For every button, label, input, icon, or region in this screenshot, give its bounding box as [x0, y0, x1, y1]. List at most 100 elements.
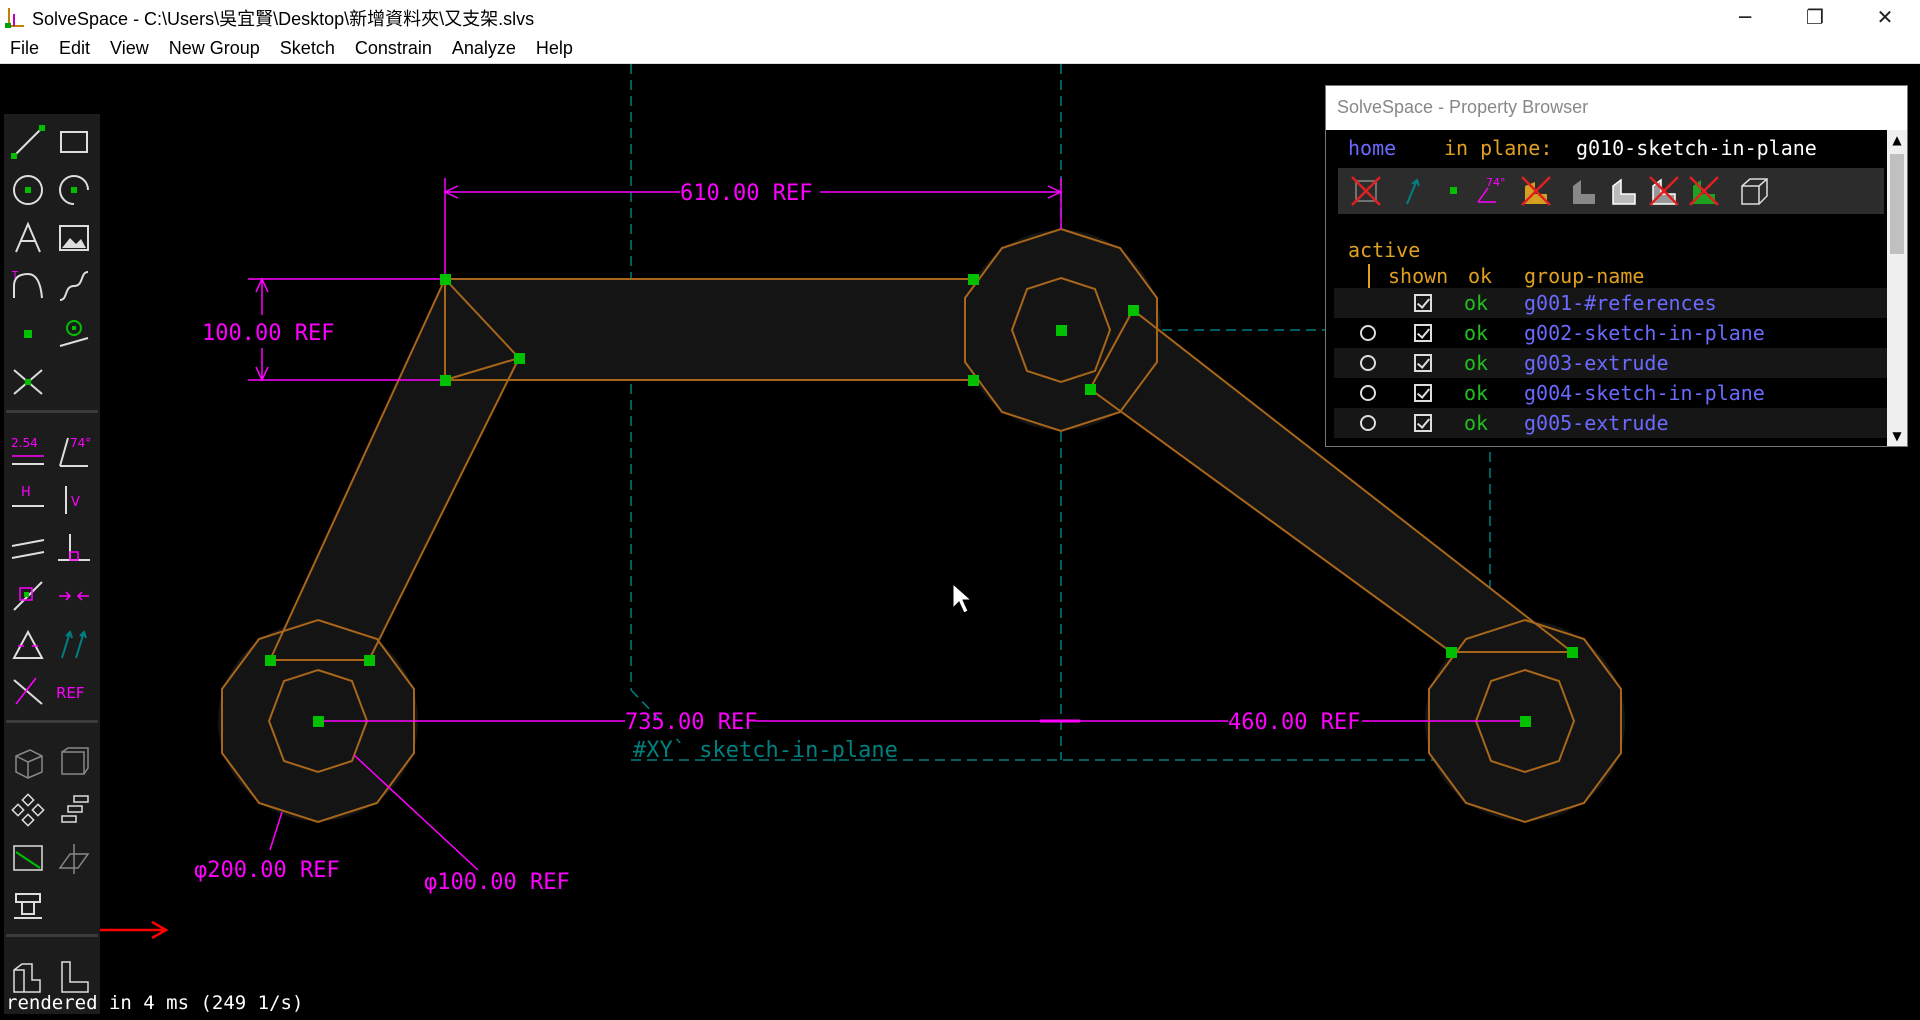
text-icon[interactable]: [8, 218, 48, 258]
reference-icon[interactable]: REF: [54, 672, 94, 712]
perpendicular-icon[interactable]: [54, 528, 94, 568]
menu-sketch[interactable]: Sketch: [270, 38, 345, 59]
menu-view[interactable]: View: [100, 38, 159, 59]
menu-constrain[interactable]: Constrain: [345, 38, 442, 59]
scroll-thumb[interactable]: [1890, 154, 1904, 254]
group-name[interactable]: g004-sketch-in-plane: [1524, 381, 1765, 405]
active-radio[interactable]: [1360, 415, 1376, 431]
menu-new-group[interactable]: New Group: [159, 38, 270, 59]
mesh-toggle-icon[interactable]: [1684, 171, 1724, 211]
hidden-lines-toggle-icon[interactable]: [1734, 171, 1774, 211]
outlines-toggle-icon[interactable]: [1604, 171, 1644, 211]
menu-analyze[interactable]: Analyze: [442, 38, 526, 59]
property-browser-scrollbar[interactable]: ▲ ▼: [1887, 130, 1907, 446]
symmetric-icon[interactable]: [54, 576, 94, 616]
group-name[interactable]: g005-extrude: [1524, 411, 1669, 435]
line-segment-icon[interactable]: [8, 122, 48, 162]
menu-help[interactable]: Help: [526, 38, 583, 59]
shown-checkbox[interactable]: [1414, 324, 1432, 342]
point[interactable]: [313, 716, 324, 727]
point[interactable]: [968, 274, 979, 285]
maximize-button[interactable]: ❐: [1780, 0, 1850, 34]
distance-dimension-icon[interactable]: 2.54: [8, 432, 48, 472]
menu-file[interactable]: File: [0, 38, 49, 59]
point[interactable]: [265, 655, 276, 666]
point[interactable]: [1085, 384, 1096, 395]
step-translate-icon[interactable]: [8, 790, 48, 830]
menu-edit[interactable]: Edit: [49, 38, 100, 59]
revolve-icon[interactable]: [54, 956, 94, 996]
point[interactable]: [1520, 716, 1531, 727]
tangent-arc-icon[interactable]: T: [8, 266, 48, 306]
point[interactable]: [364, 655, 375, 666]
point[interactable]: [1056, 325, 1067, 336]
dim-top-width[interactable]: 610.00 REF: [680, 181, 812, 206]
group-row-g003[interactable]: ok g003-extrude: [1334, 348, 1887, 378]
shown-checkbox[interactable]: [1414, 294, 1432, 312]
group-row-g001[interactable]: ok g001-#references: [1334, 288, 1887, 318]
shaded-toggle-icon[interactable]: [1564, 171, 1604, 211]
scroll-up-arrow-icon[interactable]: ▲: [1887, 130, 1907, 150]
extrude-icon[interactable]: [8, 956, 48, 996]
points-toggle-icon[interactable]: [1434, 171, 1474, 211]
angle-dimension-icon[interactable]: 74°: [54, 432, 94, 472]
lathe-icon[interactable]: [8, 886, 48, 926]
point[interactable]: [1128, 305, 1139, 316]
datum-point-icon[interactable]: [8, 314, 48, 354]
svg-text:2.54: 2.54: [11, 436, 38, 450]
shown-checkbox[interactable]: [1414, 354, 1432, 372]
equal-length-icon[interactable]: [8, 624, 48, 664]
home-link[interactable]: home: [1348, 136, 1396, 160]
group-name[interactable]: g003-extrude: [1524, 351, 1669, 375]
normals-toggle-icon[interactable]: [1394, 171, 1434, 211]
group-name[interactable]: g001-#references: [1524, 291, 1717, 315]
dim-outer-diameter[interactable]: φ200.00 REF: [194, 858, 340, 883]
shown-checkbox[interactable]: [1414, 384, 1432, 402]
constraints-toggle-icon[interactable]: 74°: [1474, 171, 1514, 211]
scroll-down-arrow-icon[interactable]: ▼: [1887, 426, 1907, 446]
circle-icon[interactable]: [8, 170, 48, 210]
point[interactable]: [440, 274, 451, 285]
faces-toggle-icon[interactable]: [1516, 171, 1556, 211]
active-radio[interactable]: [1360, 355, 1376, 371]
horizontal-constraint-icon[interactable]: H: [8, 480, 48, 520]
shown-checkbox[interactable]: [1414, 414, 1432, 432]
step-rotate-icon[interactable]: [54, 790, 94, 830]
group-name[interactable]: g002-sketch-in-plane: [1524, 321, 1765, 345]
workplane-icon[interactable]: [54, 314, 94, 354]
group-row-g002[interactable]: ok g002-sketch-in-plane: [1334, 318, 1887, 348]
active-radio[interactable]: [1360, 325, 1376, 341]
window-title: SolveSpace - C:\Users\吳宜賢\Desktop\新增資料夾\…: [32, 9, 535, 29]
nearest-ortho-icon[interactable]: [54, 742, 94, 782]
rectangle-icon[interactable]: [54, 122, 94, 162]
point[interactable]: [1446, 647, 1457, 658]
other-supplement-icon[interactable]: [8, 672, 48, 712]
group-row-g005[interactable]: ok g005-extrude: [1334, 408, 1887, 438]
group-row-g004[interactable]: ok g004-sketch-in-plane: [1334, 378, 1887, 408]
parallel-icon[interactable]: [8, 528, 48, 568]
split-curves-icon[interactable]: [8, 362, 48, 402]
cubic-spline-icon[interactable]: [54, 266, 94, 306]
image-icon[interactable]: [54, 218, 94, 258]
edges-toggle-icon[interactable]: [1644, 171, 1684, 211]
sketch-in-workplane-icon[interactable]: [54, 838, 94, 878]
point[interactable]: [514, 353, 525, 364]
dim-bottom-right[interactable]: 460.00 REF: [1228, 710, 1360, 735]
sketch-in-3d-icon[interactable]: [8, 838, 48, 878]
point-on-line-icon[interactable]: [8, 576, 48, 616]
point[interactable]: [968, 375, 979, 386]
point[interactable]: [1567, 647, 1578, 658]
nearest-isometric-icon[interactable]: [8, 742, 48, 782]
vertical-constraint-icon[interactable]: V: [54, 480, 94, 520]
arc-icon[interactable]: [54, 170, 94, 210]
workplanes-toggle-icon[interactable]: [1346, 171, 1386, 211]
same-orientation-icon[interactable]: [54, 624, 94, 664]
dim-arm-height[interactable]: 100.00 REF: [202, 321, 334, 346]
dim-bottom-left[interactable]: 735.00 REF: [625, 710, 757, 735]
active-radio[interactable]: [1360, 385, 1376, 401]
point[interactable]: [440, 375, 451, 386]
close-button[interactable]: ✕: [1850, 0, 1920, 34]
axis-arrow: [100, 920, 169, 940]
dim-inner-diameter[interactable]: φ100.00 REF: [424, 870, 570, 895]
minimize-button[interactable]: ─: [1710, 0, 1780, 34]
